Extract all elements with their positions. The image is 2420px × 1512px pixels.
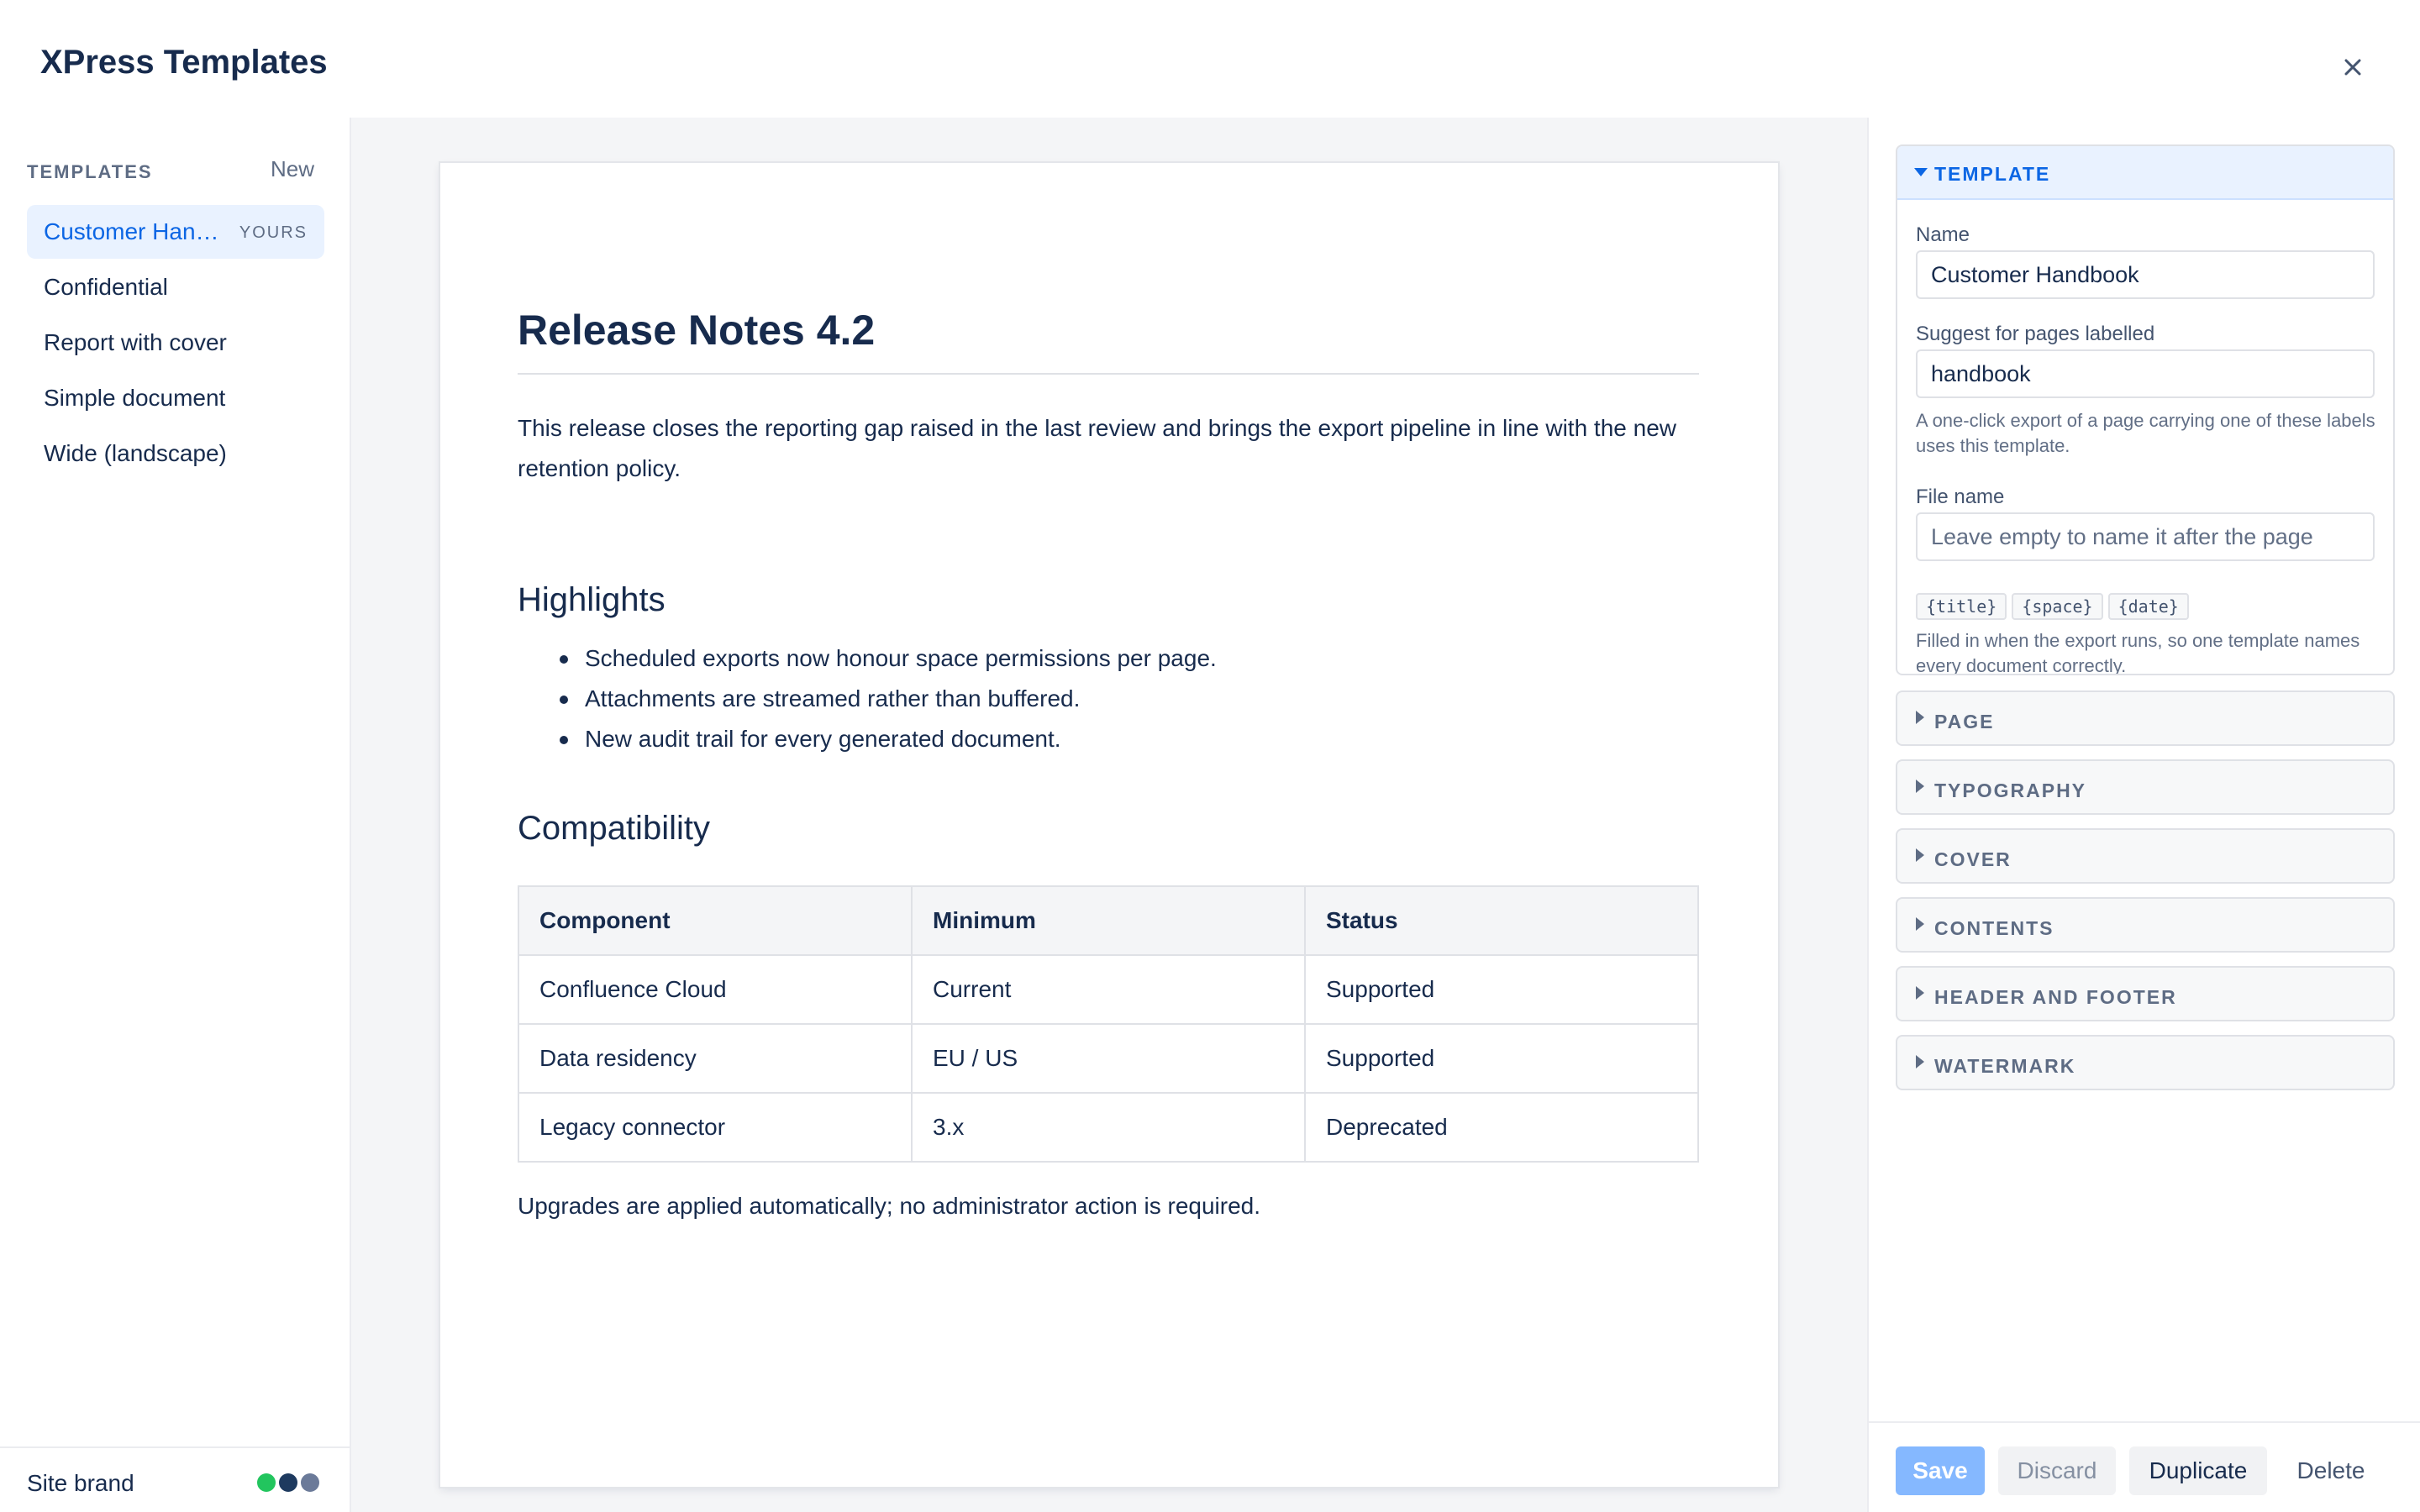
section-label: TYPOGRAPHY bbox=[1934, 780, 2087, 801]
brand-color-dot bbox=[279, 1473, 297, 1492]
brand-color-dot bbox=[301, 1473, 319, 1492]
list-item: New audit trail for every generated docu… bbox=[518, 719, 1699, 759]
caret-right-icon bbox=[1916, 917, 1924, 931]
section-page[interactable]: PAGE bbox=[1896, 690, 2395, 746]
table-cell: EU / US bbox=[911, 1023, 1306, 1094]
caret-right-icon bbox=[1916, 848, 1924, 862]
labels-label: Suggest for pages labelled bbox=[1916, 323, 2155, 345]
table-header-cell: Component bbox=[518, 885, 913, 956]
table-row: Confluence Cloud Current Supported bbox=[518, 954, 1699, 1025]
template-name-input[interactable] bbox=[1916, 250, 2375, 299]
caret-down-icon bbox=[1914, 168, 1928, 176]
section-cover[interactable]: COVER bbox=[1896, 828, 2395, 884]
labels-help-text: A one-click export of a page carrying on… bbox=[1916, 410, 2375, 456]
file-name-label: File name bbox=[1916, 486, 2005, 508]
section-label: WATERMARK bbox=[1934, 1055, 2076, 1077]
table-cell: Deprecated bbox=[1304, 1092, 1699, 1163]
sidebar-heading: TEMPLATES bbox=[27, 161, 153, 182]
list-item: Attachments are streamed rather than buf… bbox=[518, 679, 1699, 719]
modal-title: XPress Templates bbox=[40, 44, 328, 81]
table-row: Data residency EU / US Supported bbox=[518, 1023, 1699, 1094]
template-item-label: Confidential bbox=[44, 274, 168, 300]
settings-panel: TEMPLATE Name Suggest for pages labelled… bbox=[1867, 118, 2420, 1421]
template-item-report-with-cover[interactable]: Report with cover bbox=[27, 316, 324, 370]
yours-badge: YOURS bbox=[239, 223, 308, 242]
site-brand-row[interactable]: Site brand bbox=[0, 1446, 350, 1512]
template-section: TEMPLATE Name Suggest for pages labelled… bbox=[1896, 144, 2395, 675]
token-space[interactable]: {space} bbox=[2012, 593, 2103, 620]
name-label: Name bbox=[1916, 223, 1970, 246]
section-header-and-footer[interactable]: HEADER AND FOOTER bbox=[1896, 966, 2395, 1021]
caret-right-icon bbox=[1916, 780, 1924, 793]
section-label: HEADER AND FOOTER bbox=[1934, 986, 2177, 1008]
token-title[interactable]: {title} bbox=[1916, 593, 2007, 620]
list-item: Scheduled exports now honour space permi… bbox=[518, 638, 1699, 679]
action-bar: Save Discard Duplicate Delete bbox=[1867, 1421, 2420, 1512]
document-footer-note: Upgrades are applied automatically; no a… bbox=[518, 1193, 1261, 1219]
section-label: TEMPLATE bbox=[1934, 163, 2051, 185]
section-watermark[interactable]: WATERMARK bbox=[1896, 1035, 2395, 1090]
table-cell: Confluence Cloud bbox=[518, 954, 913, 1025]
save-button[interactable]: Save bbox=[1896, 1446, 1985, 1495]
template-item-label: Report with cover bbox=[44, 329, 227, 355]
close-icon bbox=[2344, 59, 2361, 76]
table-header-cell: Minimum bbox=[911, 885, 1306, 956]
table-header-row: Component Minimum Status bbox=[518, 885, 1699, 956]
highlights-heading: Highlights bbox=[518, 581, 666, 618]
template-item-label: Wide (landscape) bbox=[44, 440, 227, 466]
table-cell: Supported bbox=[1304, 1023, 1699, 1094]
template-item-confidential[interactable]: Confidential bbox=[27, 260, 324, 314]
table-cell: Supported bbox=[1304, 954, 1699, 1025]
section-contents[interactable]: CONTENTS bbox=[1896, 897, 2395, 953]
modal-header: XPress Templates bbox=[0, 0, 2420, 118]
document-preview-page: Release Notes 4.2 This release closes th… bbox=[440, 163, 1778, 1487]
preview-area: Release Notes 4.2 This release closes th… bbox=[351, 118, 1867, 1512]
close-button[interactable] bbox=[2333, 47, 2373, 87]
template-section-header[interactable]: TEMPLATE bbox=[1897, 146, 2393, 200]
compatibility-heading: Compatibility bbox=[518, 810, 710, 847]
template-item-wide-landscape[interactable]: Wide (landscape) bbox=[27, 427, 324, 480]
table-cell: Legacy connector bbox=[518, 1092, 913, 1163]
template-item-customer-handbook[interactable]: Customer Handbook YOURS bbox=[27, 205, 324, 259]
caret-right-icon bbox=[1916, 986, 1924, 1000]
table-cell: 3.x bbox=[911, 1092, 1306, 1163]
table-row: Legacy connector 3.x Deprecated bbox=[518, 1092, 1699, 1163]
section-label: CONTENTS bbox=[1934, 917, 2054, 939]
table-header-cell: Status bbox=[1304, 885, 1699, 956]
templates-sidebar: TEMPLATES New Customer Handbook YOURS Co… bbox=[0, 118, 351, 1512]
new-template-button[interactable]: New bbox=[271, 156, 314, 182]
page-labels-input[interactable] bbox=[1916, 349, 2375, 398]
section-label: COVER bbox=[1934, 848, 2012, 870]
caret-right-icon bbox=[1916, 1055, 1924, 1068]
file-name-input[interactable] bbox=[1916, 512, 2375, 561]
compatibility-table: Component Minimum Status Confluence Clou… bbox=[518, 885, 1699, 1163]
discard-button[interactable]: Discard bbox=[1998, 1446, 2116, 1495]
duplicate-button[interactable]: Duplicate bbox=[2129, 1446, 2267, 1495]
table-cell: Data residency bbox=[518, 1023, 913, 1094]
section-label: PAGE bbox=[1934, 711, 1995, 732]
title-divider bbox=[518, 373, 1699, 375]
section-typography[interactable]: TYPOGRAPHY bbox=[1896, 759, 2395, 815]
brand-color-swatches[interactable] bbox=[257, 1473, 323, 1494]
sidebar-header: TEMPLATES New bbox=[27, 156, 314, 190]
template-list: Customer Handbook YOURS Confidential Rep… bbox=[27, 205, 324, 482]
document-intro: This release closes the reporting gap ra… bbox=[518, 415, 1676, 481]
token-date[interactable]: {date} bbox=[2107, 593, 2189, 620]
template-item-label: Simple document bbox=[44, 385, 226, 411]
brand-color-dot bbox=[257, 1473, 276, 1492]
delete-button[interactable]: Delete bbox=[2281, 1446, 2381, 1495]
file-name-help-text: Filled in when the export runs, so one t… bbox=[1916, 630, 2360, 675]
caret-right-icon bbox=[1916, 711, 1924, 724]
table-cell: Current bbox=[911, 954, 1306, 1025]
document-title: Release Notes 4.2 bbox=[518, 307, 876, 354]
template-item-simple-document[interactable]: Simple document bbox=[27, 371, 324, 425]
file-name-tokens: {title} {space} {date} bbox=[1916, 593, 2194, 620]
site-brand-label: Site brand bbox=[27, 1470, 134, 1496]
highlights-list: Scheduled exports now honour space permi… bbox=[518, 638, 1699, 759]
template-item-label: Customer Handbook bbox=[44, 218, 229, 244]
